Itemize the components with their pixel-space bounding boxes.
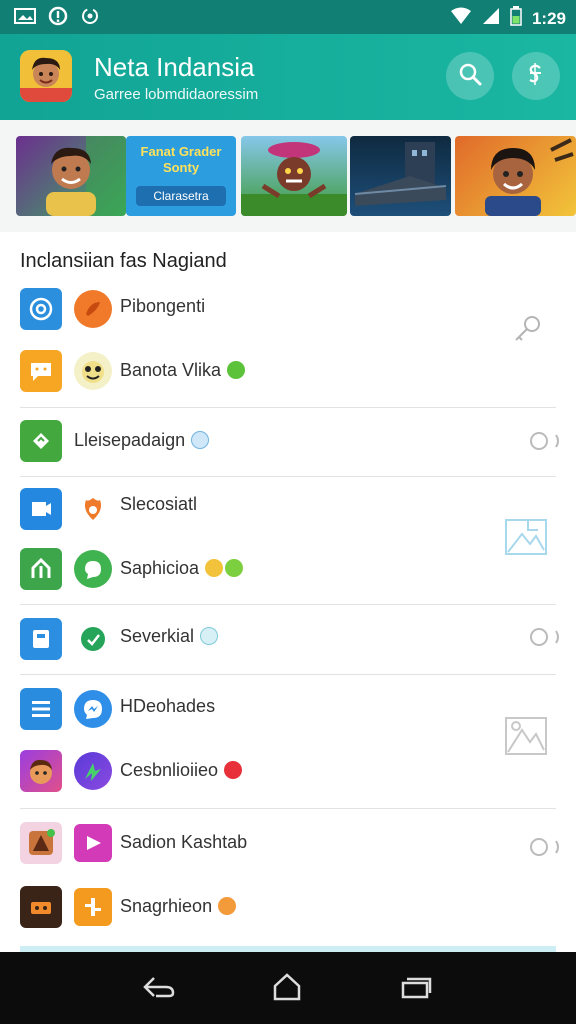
list-item-label: Slecosiatl — [120, 494, 198, 514]
emoji-badge-icon — [205, 559, 224, 577]
wifi-icon — [450, 7, 472, 30]
app-logo-icon — [74, 550, 112, 588]
search-button[interactable] — [446, 52, 494, 100]
banner-scene[interactable] — [350, 136, 451, 216]
list-item[interactable]: Saphicioa — [20, 546, 556, 592]
list-item-label: Lleisepadaign — [74, 430, 210, 451]
list-item[interactable]: Pibongenti — [20, 286, 556, 332]
app-icon — [20, 822, 62, 864]
app-logo-icon — [74, 620, 112, 658]
list-item-label: Severkial — [120, 626, 219, 647]
app-logo-icon — [74, 824, 112, 862]
check-badge-icon — [225, 559, 244, 577]
navigation-bar — [0, 952, 576, 1024]
recents-icon[interactable] — [400, 976, 432, 1005]
app-subtitle: Garree lobmdidaoressim — [94, 86, 259, 103]
app-icon — [20, 618, 62, 660]
app-logo-icon — [74, 490, 112, 528]
status-bar: 1:29 — [0, 0, 576, 34]
back-icon[interactable] — [142, 974, 176, 1005]
divider — [20, 407, 556, 408]
list-item-label: Saphicioa — [120, 558, 244, 579]
search-icon — [458, 62, 482, 91]
banner-carousel[interactable]: Fanat Grader Sonty Clarasetra — [0, 126, 576, 224]
app-logo[interactable] — [20, 50, 72, 102]
list-item-label: Pibongenti — [120, 296, 206, 316]
toggle-off-icon[interactable] — [528, 836, 564, 863]
divider — [20, 476, 556, 477]
app-logo-icon — [74, 690, 112, 728]
app-icon — [20, 288, 62, 330]
list-item[interactable]: HDeohades — [20, 686, 556, 732]
app-icon — [20, 548, 62, 590]
promo-line-1: Fanat Grader — [140, 144, 222, 159]
promo-line-3: Clarasetra — [136, 186, 226, 206]
app-icon — [20, 688, 62, 730]
key-icon[interactable] — [512, 314, 542, 349]
app-logo-icon — [74, 352, 112, 390]
image-icon — [14, 7, 36, 30]
sync-icon — [80, 6, 100, 31]
currency-icon — [525, 62, 547, 91]
list-item-label: Snagrhieon — [120, 896, 237, 917]
app-icon — [20, 350, 62, 392]
banner-character-3[interactable] — [455, 136, 576, 216]
app-logo-icon — [74, 888, 112, 926]
list-item-label: Cesbnlioiieo — [120, 760, 243, 781]
status-time: 1:29 — [531, 8, 566, 28]
alert-icon — [48, 6, 68, 31]
list-item[interactable]: Sadion Kashtab — [20, 820, 556, 866]
divider — [20, 674, 556, 675]
list-item[interactable]: Cesbnlioiieo — [20, 748, 556, 794]
emoji-badge-icon — [218, 897, 237, 915]
promo-line-2: Sonty — [162, 160, 200, 175]
app-logo-icon — [74, 752, 112, 790]
list-item-label: Banota Vlika — [120, 360, 246, 381]
alert-badge-icon — [224, 761, 243, 779]
app-list: Inclansiian fas Nagiand Pibongenti Banot… — [0, 232, 576, 952]
banner-character-2[interactable] — [241, 136, 347, 216]
app-bar: Neta Indansia Garree lobmdidaoressim — [0, 34, 576, 120]
list-item[interactable]: Lleisepadaign — [20, 418, 556, 464]
home-icon[interactable] — [272, 972, 302, 1007]
app-title: Neta Indansia — [94, 52, 255, 82]
list-item[interactable]: Banota Vlika — [20, 348, 556, 394]
toggle-off-icon[interactable] — [528, 430, 564, 457]
banner-character-1[interactable] — [16, 136, 126, 216]
list-item[interactable]: Snagrhieon — [20, 884, 556, 930]
list-item[interactable]: Severkial — [20, 616, 556, 662]
verified-badge-icon — [191, 431, 210, 449]
currency-button[interactable] — [512, 52, 560, 100]
app-icon — [20, 488, 62, 530]
app-icon — [20, 886, 62, 928]
list-item[interactable]: Slecosiatl — [20, 486, 556, 532]
verified-badge-icon — [200, 627, 219, 645]
divider — [20, 604, 556, 605]
list-item-label: HDeohades — [120, 696, 216, 716]
battery-icon — [510, 6, 522, 31]
toggle-off-icon[interactable] — [528, 626, 564, 653]
signal-icon — [482, 7, 500, 30]
app-icon — [20, 750, 62, 792]
section-title: Inclansiian fas Nagiand — [20, 250, 227, 272]
app-icon — [20, 420, 62, 462]
check-badge-icon — [227, 361, 246, 379]
app-logo-icon — [74, 290, 112, 328]
divider — [20, 808, 556, 809]
list-item-label: Sadion Kashtab — [120, 832, 248, 852]
banner-promo[interactable]: Fanat Grader Sonty Clarasetra — [126, 136, 236, 216]
